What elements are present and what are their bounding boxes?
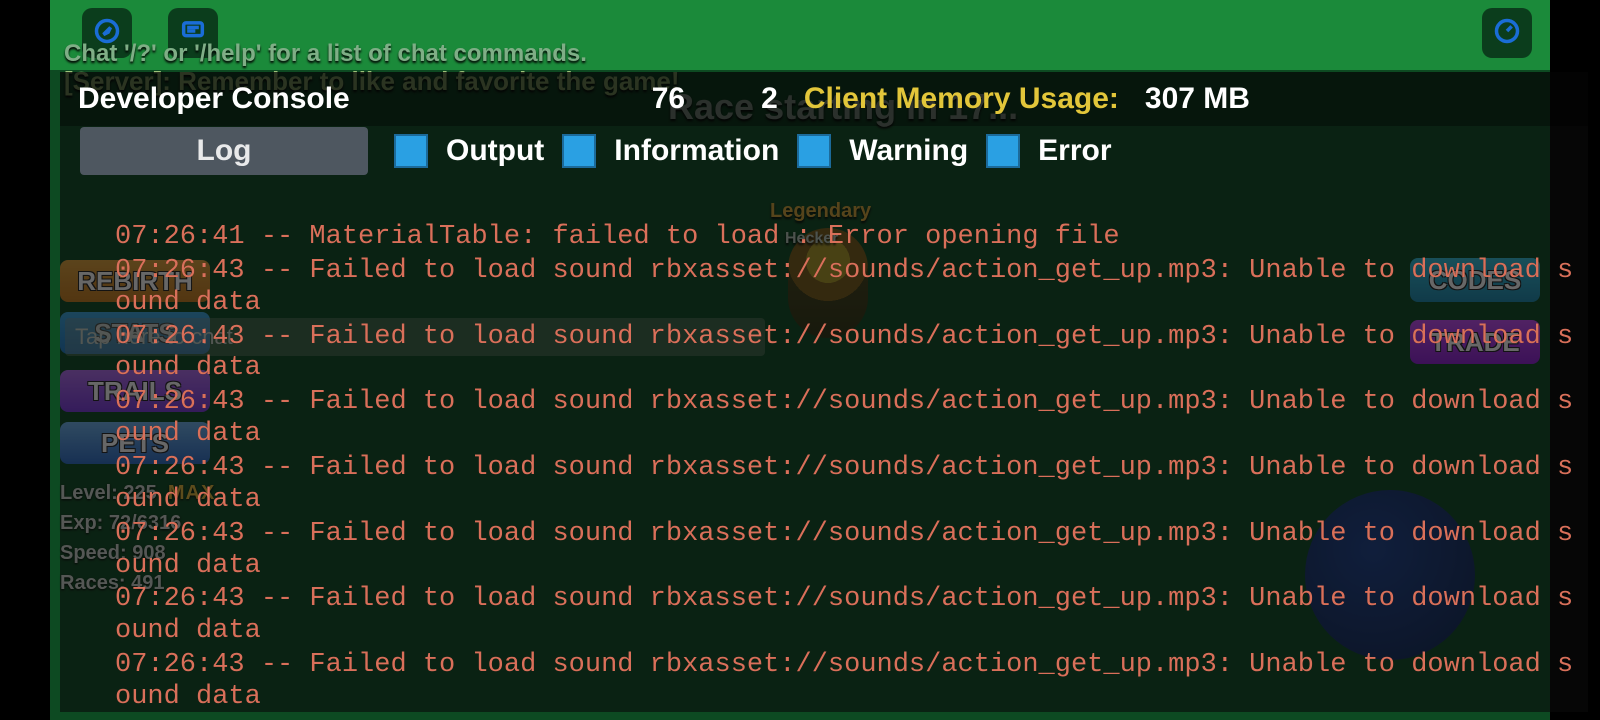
devcon-num1: 76 (652, 82, 685, 116)
developer-console: Developer Console 76 2 Client Memory Usa… (60, 72, 1588, 712)
information-label: Information (614, 134, 779, 168)
warning-checkbox[interactable] (797, 134, 831, 168)
chat-hint: Chat '/?' or '/help' for a list of chat … (64, 40, 587, 68)
devcon-num2: 2 (761, 82, 778, 116)
devcon-title: Developer Console (78, 82, 350, 116)
log-line: 07:26:43 -- Failed to load sound rbxasse… (115, 322, 1578, 386)
log-line: 07:26:43 -- Failed to load sound rbxasse… (115, 256, 1578, 320)
performance-button[interactable] (1482, 8, 1532, 58)
output-checkbox[interactable] (394, 134, 428, 168)
warning-label: Warning (849, 134, 968, 168)
log-line: 07:26:43 -- Failed to load sound rbxasse… (115, 387, 1578, 451)
log-line: 07:26:43 -- Failed to load sound rbxasse… (115, 453, 1578, 517)
log-output[interactable]: 07:26:41 -- MaterialTable: failed to loa… (115, 222, 1578, 712)
log-line: 07:26:43 -- Failed to load sound rbxasse… (115, 519, 1578, 583)
devcon-filters: Log Output Information Warning Error (60, 126, 1588, 176)
memory-value: 307 MB (1145, 82, 1250, 116)
devcon-header: Developer Console 76 2 Client Memory Usa… (60, 72, 1588, 126)
log-line: 07:26:43 -- Failed to load sound rbxasse… (115, 584, 1578, 648)
memory-label: Client Memory Usage: (804, 82, 1119, 116)
gauge-icon (1493, 17, 1521, 50)
log-line: 07:26:43 -- Failed to load sound rbxasse… (115, 650, 1578, 712)
error-label: Error (1038, 134, 1111, 168)
log-line: 07:26:41 -- MaterialTable: failed to loa… (115, 222, 1578, 254)
log-tab[interactable]: Log (80, 127, 368, 175)
error-checkbox[interactable] (986, 134, 1020, 168)
output-label: Output (446, 134, 544, 168)
information-checkbox[interactable] (562, 134, 596, 168)
